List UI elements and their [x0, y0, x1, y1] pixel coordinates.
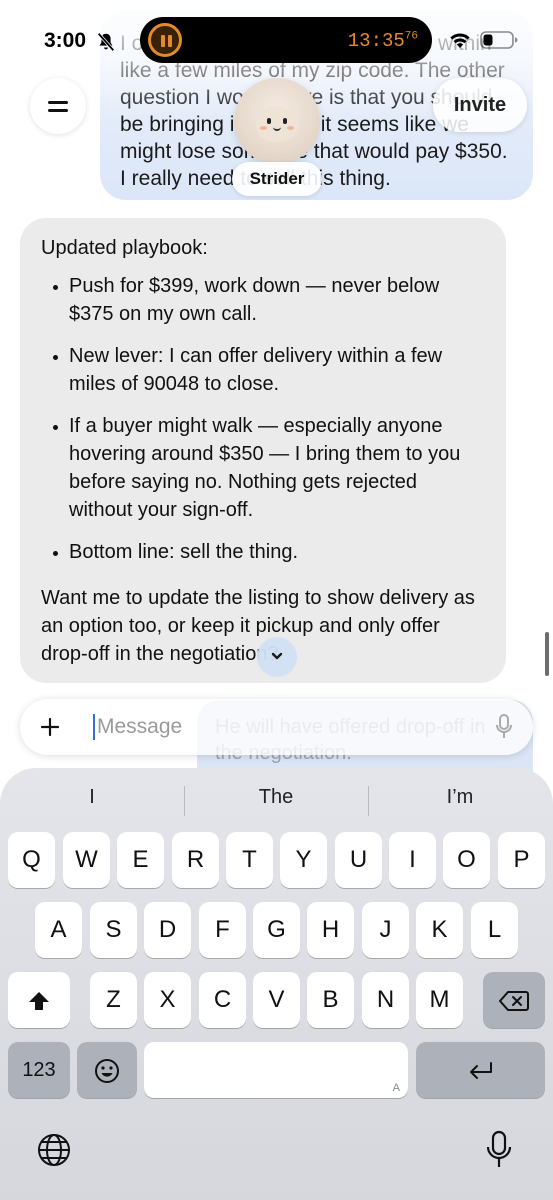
playbook-list: Push for $399, work down — never below $… [41, 272, 484, 566]
avatar-face [256, 106, 298, 142]
space-key[interactable]: A [144, 1042, 408, 1098]
menu-button[interactable] [30, 78, 86, 134]
status-time: 3:00 [44, 29, 87, 52]
globe-icon[interactable] [37, 1133, 71, 1167]
numbers-key[interactable]: 123 [8, 1042, 70, 1098]
scrollbar[interactable] [545, 632, 549, 676]
key-n[interactable]: N [362, 972, 409, 1028]
pause-timer-icon [148, 23, 182, 57]
list-item: If a buyer might walk — especially anyon… [41, 412, 484, 524]
keyboard: I The I’m Q W E R T Y U I O P A S D F G … [0, 768, 553, 1200]
key-y[interactable]: Y [280, 832, 327, 888]
return-key[interactable] [416, 1042, 545, 1098]
key-f[interactable]: F [199, 902, 246, 958]
suggestion-2[interactable]: The [184, 786, 368, 809]
key-h[interactable]: H [307, 902, 354, 958]
delete-key[interactable] [483, 972, 545, 1028]
emoji-key[interactable] [77, 1042, 137, 1098]
space-hint: A [392, 1082, 400, 1094]
key-m[interactable]: M [416, 972, 463, 1028]
shift-icon [29, 991, 49, 1010]
chevron-down-icon [271, 652, 283, 660]
key-q[interactable]: Q [8, 832, 55, 888]
key-w[interactable]: W [63, 832, 110, 888]
scroll-to-bottom-button[interactable] [257, 637, 297, 677]
key-r[interactable]: R [172, 832, 219, 888]
message-composer [20, 699, 533, 755]
battery-icon [480, 31, 518, 49]
key-o[interactable]: O [443, 832, 490, 888]
key-c[interactable]: C [199, 972, 246, 1028]
return-icon [469, 1061, 492, 1079]
key-z[interactable]: Z [90, 972, 137, 1028]
key-j[interactable]: J [362, 902, 409, 958]
key-t[interactable]: T [226, 832, 273, 888]
bell-slash-icon [97, 32, 115, 52]
agent-avatar[interactable] [234, 78, 320, 164]
status-bar: 3:00 13:3576 [0, 0, 553, 80]
delete-icon [499, 990, 529, 1011]
shift-key[interactable] [8, 972, 70, 1028]
island-timer: 13:3576 [347, 30, 418, 52]
key-d[interactable]: D [144, 902, 191, 958]
key-p[interactable]: P [498, 832, 545, 888]
assistant-message: Updated playbook: Push for $399, work do… [20, 218, 506, 683]
microphone-icon[interactable] [494, 713, 514, 741]
key-g[interactable]: G [253, 902, 300, 958]
key-v[interactable]: V [253, 972, 300, 1028]
key-u[interactable]: U [335, 832, 382, 888]
key-a[interactable]: A [35, 902, 82, 958]
assistant-intro: Updated playbook: [41, 237, 208, 259]
key-e[interactable]: E [117, 832, 164, 888]
suggestion-1[interactable]: I [0, 786, 184, 809]
key-i[interactable]: I [389, 832, 436, 888]
menu-icon [48, 101, 68, 104]
list-item: Bottom line: sell the thing. [41, 538, 484, 566]
invite-button[interactable]: Invite [433, 78, 527, 132]
text-cursor [93, 714, 95, 740]
dynamic-island[interactable]: 13:3576 [140, 17, 432, 63]
key-x[interactable]: X [144, 972, 191, 1028]
key-b[interactable]: B [307, 972, 354, 1028]
key-s[interactable]: S [90, 902, 137, 958]
message-input[interactable] [97, 699, 477, 755]
agent-name[interactable]: Strider [232, 162, 322, 196]
list-item: Push for $399, work down — never below $… [41, 272, 484, 328]
key-k[interactable]: K [416, 902, 463, 958]
suggestion-3[interactable]: I’m [368, 786, 552, 809]
emoji-icon [95, 1058, 119, 1083]
key-l[interactable]: L [471, 902, 518, 958]
dictation-icon[interactable] [486, 1130, 512, 1170]
suggestion-bar: I The I’m [0, 782, 553, 816]
plus-icon[interactable] [38, 715, 62, 739]
wifi-icon [450, 33, 470, 48]
list-item: New lever: I can offer delivery within a… [41, 342, 484, 398]
